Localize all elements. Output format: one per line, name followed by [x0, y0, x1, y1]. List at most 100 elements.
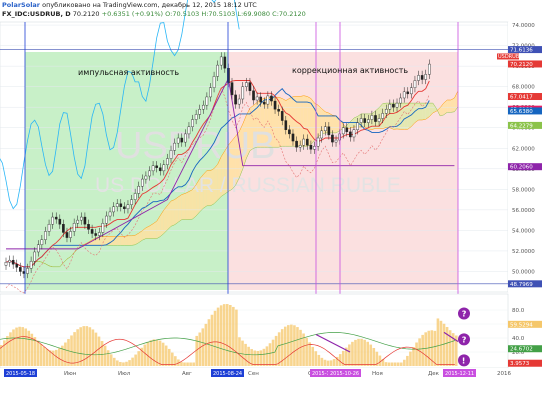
osc-bar	[91, 329, 95, 366]
osc-bar	[399, 362, 403, 366]
osc-bar	[201, 328, 205, 366]
candle-body	[144, 175, 148, 180]
candle-body	[402, 91, 406, 99]
cloud-segment	[181, 193, 186, 220]
osc-bar	[366, 341, 369, 366]
usdrub-chart[interactable]: USDRUB US DOLLAR / RUSSIAN RUBLE импульс…	[0, 0, 550, 406]
candle-body	[80, 216, 83, 221]
osc-bar	[112, 357, 116, 366]
candle-body	[341, 127, 345, 135]
time-tick-label: Июн	[64, 371, 77, 377]
candle-body	[273, 100, 277, 110]
candle-body	[277, 109, 280, 112]
candle-body	[406, 91, 410, 95]
osc-bar	[9, 332, 12, 366]
osc-bar	[152, 339, 156, 366]
candle-body	[374, 115, 377, 122]
osc-bar	[27, 330, 31, 366]
osc-bar	[24, 328, 28, 366]
candle-body	[72, 223, 76, 232]
candle-body	[169, 150, 173, 159]
candle-body	[266, 95, 270, 105]
candle-body	[384, 109, 388, 114]
candle-body	[8, 259, 11, 263]
cloud-segment	[332, 115, 337, 133]
osc-bar	[42, 346, 46, 366]
osc-bar	[149, 340, 153, 366]
candle-body	[205, 96, 209, 106]
candle-body	[112, 206, 115, 213]
osc-tick-label: 80.0	[512, 308, 525, 314]
osc-bar	[387, 362, 391, 366]
osc-bar	[390, 362, 394, 366]
time-tick-label: 2016	[497, 371, 511, 377]
candle-body	[54, 216, 58, 220]
candle-body	[331, 134, 334, 143]
candle-body	[230, 82, 234, 96]
watermark-symbol: USDRUB	[115, 125, 275, 167]
candle-body	[223, 56, 227, 69]
osc-bar	[287, 325, 290, 366]
osc-bar	[103, 345, 107, 366]
osc-bar	[186, 362, 189, 366]
price-label-text: 70.2120	[510, 62, 533, 68]
osc-bar	[143, 344, 147, 366]
osc-bar	[329, 360, 333, 366]
candle-body	[51, 216, 54, 225]
osc-bar	[296, 327, 299, 366]
candle-body	[399, 97, 402, 104]
author-name[interactable]: PolarSolar	[2, 1, 40, 9]
candle-body	[126, 204, 130, 210]
price-tick-label: 56.0000	[512, 208, 535, 214]
osc-bar	[354, 339, 357, 366]
candle-body	[219, 56, 223, 66]
candle-body	[212, 76, 216, 88]
marker-symbol: ?	[462, 335, 467, 344]
candle-body	[255, 96, 259, 101]
candle-body	[316, 137, 320, 147]
cloud-segment	[174, 197, 179, 225]
osc-bar	[97, 336, 101, 366]
cloud-segment	[149, 223, 154, 239]
osc-bar	[268, 343, 272, 366]
osc-bar	[213, 310, 217, 366]
candle-body	[413, 80, 417, 88]
candle-body	[158, 167, 162, 172]
price-tick-label: 52.0000	[512, 249, 535, 255]
price-tick-label: 58.0000	[512, 187, 535, 193]
candle-body	[148, 170, 151, 177]
price-label-text: 67.0417	[510, 95, 533, 101]
price-label-text: 48.7969	[510, 282, 533, 288]
candle-body	[345, 127, 349, 133]
time-tick-label: Июл	[118, 371, 131, 377]
candle-body	[420, 75, 424, 80]
osc-bar	[433, 330, 437, 366]
osc-bar	[360, 338, 363, 366]
price-tick-label: 50.0000	[512, 269, 535, 275]
osc-bar	[128, 360, 131, 366]
osc-bar	[192, 362, 195, 366]
close-value: C:70.2120	[272, 10, 306, 18]
osc-bar	[134, 354, 137, 366]
candle-body	[262, 101, 266, 105]
cloud-segment	[145, 226, 150, 239]
osc-bar	[409, 351, 412, 366]
candle-body	[123, 206, 126, 210]
candle-body	[36, 244, 40, 253]
cloud-segment	[303, 95, 308, 147]
candle-body	[191, 119, 194, 127]
cloud-segment	[178, 194, 182, 223]
osc-bar	[338, 354, 342, 366]
candle-body	[4, 262, 8, 266]
date-marker-text: 2015-12-11	[445, 371, 474, 377]
candle-body	[108, 211, 112, 217]
price-tag-text: USDRUB	[498, 54, 520, 60]
osc-bar	[6, 336, 9, 366]
symbol-label[interactable]: FX_IDC:USDRUB, D	[2, 10, 71, 18]
open-value: O:70.5103	[165, 10, 200, 18]
osc-bar	[210, 314, 214, 366]
osc-bar	[106, 350, 110, 366]
candle-body	[33, 251, 36, 262]
candle-body	[194, 114, 198, 120]
osc-bar	[244, 343, 247, 366]
